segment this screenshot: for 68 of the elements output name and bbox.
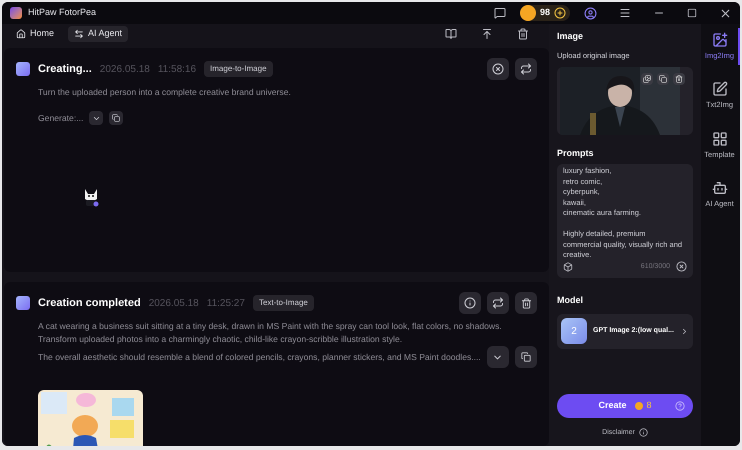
chevron-right-icon bbox=[680, 326, 689, 336]
delete-icon[interactable] bbox=[517, 28, 529, 40]
task-title: Creation completed bbox=[38, 296, 141, 311]
book-icon[interactable] bbox=[445, 28, 457, 40]
create-button[interactable]: Create 8 bbox=[557, 394, 693, 418]
upload-icon[interactable] bbox=[481, 28, 493, 40]
account-icon[interactable] bbox=[584, 6, 597, 20]
info-icon bbox=[638, 428, 648, 438]
grid-icon bbox=[712, 130, 728, 146]
help-icon bbox=[675, 400, 685, 410]
prompt-text: Transform uploaded photos into a charmingly chaotic, child-like crayon-scribble illustration style. bbox=[38, 333, 402, 346]
nav-tab[interactable]: Home bbox=[10, 26, 60, 42]
section-heading: Prompts bbox=[557, 146, 595, 160]
coin-icon bbox=[634, 402, 642, 410]
text-edit-icon bbox=[712, 81, 728, 98]
regenerate-button[interactable] bbox=[515, 58, 537, 80]
delete-button[interactable] bbox=[515, 292, 537, 314]
copy-button[interactable] bbox=[514, 346, 537, 368]
cancel-button[interactable] bbox=[487, 58, 509, 80]
home-icon bbox=[16, 29, 26, 39]
clear-icon[interactable] bbox=[676, 261, 687, 272]
maximize-icon[interactable] bbox=[687, 8, 697, 18]
task-date: 2026.05.18 bbox=[148, 296, 199, 310]
task-avatar-icon bbox=[16, 62, 30, 76]
prompt-text: A cat wearing a business suit sitting at a tiny desk, drawn in MS Paint with the spray can tool look, flat colors, no shadows. bbox=[38, 320, 502, 333]
menu-icon[interactable] bbox=[619, 7, 631, 19]
prompt-text: The overall aesthetic should resemble a blend of colored pencils, crayons, planner stickers, and MS Paint doodles.... bbox=[38, 350, 481, 364]
nav-tab[interactable]: AI Agent bbox=[68, 26, 128, 42]
generating-status: Generate:... bbox=[38, 112, 84, 124]
image-plus-icon bbox=[712, 32, 728, 48]
regenerate-button[interactable] bbox=[487, 292, 509, 314]
section-heading: Image bbox=[557, 30, 584, 43]
coin-icon bbox=[520, 5, 536, 21]
repeat-icon bbox=[520, 63, 532, 75]
delete-image-button[interactable] bbox=[673, 72, 685, 85]
info-icon bbox=[464, 297, 476, 309]
task-type-tag: Image-to-Image bbox=[204, 61, 273, 77]
robot-icon bbox=[712, 180, 728, 196]
loading-mascot-icon bbox=[82, 187, 100, 207]
copy-icon bbox=[659, 74, 667, 83]
cube-icon[interactable] bbox=[563, 262, 573, 272]
task-avatar-icon bbox=[16, 296, 30, 310]
message-icon[interactable] bbox=[494, 7, 506, 19]
section-heading: Model bbox=[557, 294, 584, 308]
trash-icon bbox=[520, 298, 532, 308]
images-icon bbox=[643, 74, 651, 83]
copy-button[interactable] bbox=[109, 111, 124, 125]
repeat-icon bbox=[492, 297, 504, 309]
task-time: 11:58:16 bbox=[158, 62, 196, 76]
prompt-text: Turn the uploaded person into a complete creative brand universe. bbox=[38, 86, 291, 99]
app-logo-icon bbox=[10, 7, 22, 19]
task-title: Creating... bbox=[38, 62, 92, 77]
model-thumbnail: 2 bbox=[561, 318, 587, 344]
close-icon bbox=[492, 63, 504, 75]
coin-balance[interactable]: 98 bbox=[520, 5, 570, 21]
expand-button[interactable] bbox=[89, 111, 104, 125]
info-button[interactable] bbox=[459, 292, 481, 314]
copy-icon bbox=[520, 352, 531, 362]
swap-icon bbox=[74, 29, 84, 39]
trash-icon bbox=[675, 74, 683, 83]
add-coins-icon bbox=[554, 7, 566, 19]
task-type-tag: Text-to-Image bbox=[252, 295, 314, 311]
coin-count: 98 bbox=[540, 6, 550, 20]
task-time: 11:25:27 bbox=[206, 296, 245, 310]
copy-icon bbox=[112, 114, 120, 122]
window-title: HitPaw FotorPea bbox=[28, 6, 96, 20]
close-icon[interactable] bbox=[719, 6, 732, 20]
task-date: 2026.05.18 bbox=[100, 62, 150, 76]
